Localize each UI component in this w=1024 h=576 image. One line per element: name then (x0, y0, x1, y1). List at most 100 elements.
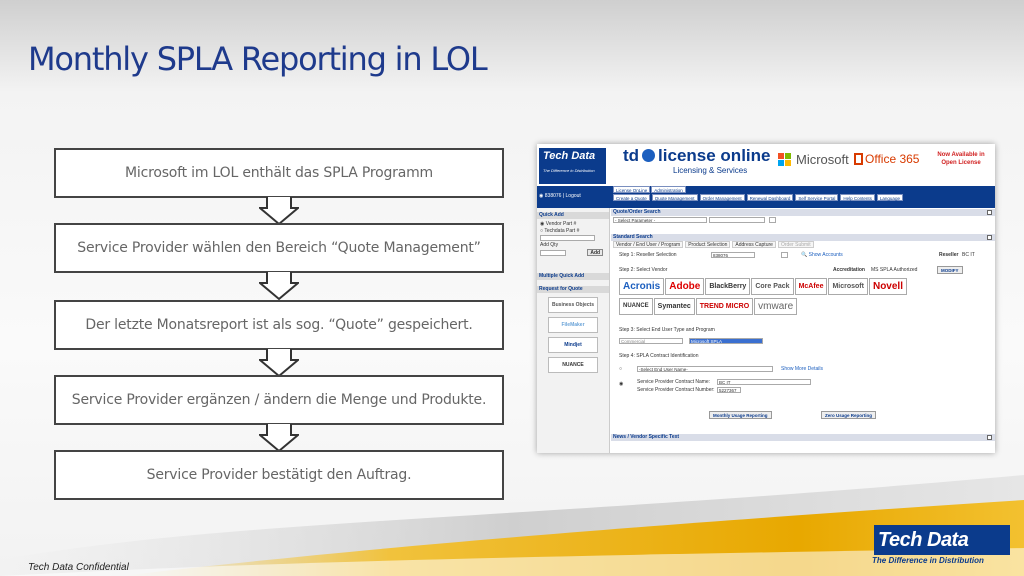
menu-tabs: Create a Quote Quote Management Order Ma… (613, 194, 903, 201)
vendor-logo-business-objects[interactable]: Business Objects (548, 297, 598, 314)
enduser-radio[interactable]: ○ (619, 366, 622, 372)
monthly-usage-reporting-button[interactable]: Monthly Usage Reporting (709, 411, 772, 419)
license-online-screenshot: Tech Data The Difference in Distribution… (537, 144, 995, 453)
flow-step-3: Der letzte Monatsreport ist als sog. “Qu… (54, 300, 504, 350)
office-icon (854, 153, 863, 165)
step-tab-address[interactable]: Address Capture (732, 241, 776, 248)
step1-label: Step 1: Reseller Selection (619, 252, 677, 258)
tech-data-corporate-logo: Tech Data The Difference in Distribution (872, 525, 1012, 570)
down-arrow-icon (259, 197, 299, 226)
microsoft-logo-icon (778, 153, 792, 167)
reseller-lookup-icon[interactable] (781, 252, 788, 258)
tab-help-contents[interactable]: Help Contents (840, 194, 875, 201)
tab-create-quote[interactable]: Create a Quote (613, 194, 650, 201)
vendor-logos-row2: NUANCE Symantec TREND MICRO vmware (619, 298, 798, 315)
add-qty-label: Add Qty (540, 242, 559, 249)
accreditation-label: Accreditation (833, 267, 865, 273)
office365-logo: Office 365 (854, 152, 919, 166)
lol-header: Tech Data The Difference in Distribution… (537, 144, 995, 184)
step-tab-vendor[interactable]: Vendor / End User / Program (613, 241, 684, 248)
step-tab-product[interactable]: Product Selection (685, 241, 731, 248)
quick-add-header: Quick Add (537, 212, 609, 219)
contract-number-label: Service Provider Contract Number: (637, 387, 715, 393)
top-tabs: License OnLine Administration (613, 186, 686, 193)
step2-label: Step 2: Select Vendor (619, 267, 668, 273)
select-enduser-dropdown[interactable]: -Select End User Name- (637, 366, 773, 372)
reseller-value: BC IT (962, 252, 975, 258)
tab-order-management[interactable]: Order Management (699, 194, 745, 201)
user-info: ◉ 838076 | Logout (539, 193, 581, 199)
step-tab-submit[interactable]: Order Submit (777, 241, 814, 248)
wizard-steps: Vendor / End User / Program Product Sele… (611, 241, 995, 248)
modify-button[interactable]: MODIFY (937, 266, 963, 274)
news-vendor-text-bar: News / Vendor Specific Text (611, 434, 995, 441)
logout-link[interactable]: Logout (566, 193, 581, 199)
slide-title: Monthly SPLA Reporting in LOL (28, 40, 488, 78)
vendor-corepack[interactable]: Core Pack (751, 278, 794, 295)
down-arrow-icon (259, 424, 299, 453)
tech-data-tagline: The Difference in Distribution (872, 556, 984, 565)
contract-name-input[interactable]: BC IT (717, 379, 811, 385)
vendor-symantec[interactable]: Symantec (653, 298, 695, 315)
licensing-services-subtitle: Licensing & Services (673, 166, 748, 175)
search-value-input[interactable] (709, 217, 765, 223)
multiple-quick-add[interactable]: Multiple Quick Add (537, 273, 609, 281)
tab-license-online[interactable]: License OnLine (613, 186, 651, 193)
license-online-logo: td license online (623, 146, 771, 165)
flow-step-5: Service Provider bestätigt den Auftrag. (54, 450, 504, 500)
step4-label: Step 4: SPLA Contract Identification (619, 353, 699, 359)
request-for-quote-header: Request for Quote (537, 286, 609, 294)
tab-renewal-dashboard[interactable]: Renewal Dashboard (746, 194, 794, 201)
accreditation-value: MS SPLA Authorized (871, 267, 918, 273)
now-available-banner: Now Available in Open License (937, 152, 985, 166)
select-parameter-dropdown[interactable]: - Select Parameter - (613, 217, 707, 223)
contract-number-input[interactable]: 5227367 (717, 387, 741, 393)
lol-navbar: ◉ 838076 | Logout License OnLine Adminis… (537, 186, 995, 208)
part-number-input[interactable] (540, 235, 595, 241)
lol-sidebar: Quick Add ◉ Vendor Part # ○ Techdata Par… (537, 208, 610, 453)
reseller-input[interactable]: 838076 (711, 252, 755, 258)
vendor-nuance[interactable]: NUANCE (619, 298, 653, 315)
microsoft-wordmark: Microsoft (796, 152, 849, 167)
show-more-details-link[interactable]: Show More Details (781, 366, 823, 372)
contract-name-label: Service Provider Contract Name: (637, 379, 711, 385)
quote-order-search-bar: Quote/Order Search (611, 209, 995, 216)
tab-self-service-portal[interactable]: Self Service Portal (795, 194, 839, 201)
contract-radio[interactable]: ◉ (619, 381, 623, 387)
flow-step-2: Service Provider wählen den Bereich “Quo… (54, 223, 504, 273)
zero-usage-reporting-button[interactable]: Zero Usage Reporting (821, 411, 877, 419)
step3-label: Step 3: Select End User Type and Program (619, 327, 715, 333)
flow-step-1: Microsoft im LOL enthält das SPLA Progra… (54, 148, 504, 198)
down-arrow-icon (259, 349, 299, 378)
search-go-icon[interactable] (769, 217, 776, 223)
add-button[interactable]: Add (587, 249, 604, 257)
vendor-logo-nuance[interactable]: NUANCE (548, 357, 598, 374)
show-accounts-link[interactable]: 🔍 Show Accounts (801, 252, 843, 258)
tab-quote-management[interactable]: Quote Management (651, 194, 698, 201)
globe-icon (642, 149, 656, 162)
vendor-adobe[interactable]: Adobe (665, 278, 705, 295)
standard-search-bar: Standard Search (611, 234, 995, 241)
vendor-logo-filemaker[interactable]: FileMaker (548, 317, 598, 334)
enduser-type-dropdown[interactable]: Commercial (619, 338, 683, 344)
vendor-mcafee[interactable]: McAfee (794, 278, 828, 295)
vendor-trend-micro[interactable]: TREND MICRO (695, 298, 754, 315)
flow-step-4: Service Provider ergänzen / ändern die M… (54, 375, 504, 425)
confidential-footer: Tech Data Confidential (28, 562, 129, 573)
tab-administration[interactable]: Administration (651, 186, 686, 193)
tab-language[interactable]: Language (876, 194, 903, 201)
vendor-acronis[interactable]: Acronis (619, 278, 665, 295)
qty-input[interactable] (540, 250, 566, 256)
vendor-logos-row1: Acronis Adobe BlackBerry Core Pack McAfee Mic… (619, 278, 908, 295)
vendor-microsoft[interactable]: Microsoft (828, 278, 868, 295)
tech-data-logo: Tech Data The Difference in Distribution (539, 148, 606, 184)
vendor-logo-mindjet[interactable]: Mindjet (548, 337, 598, 354)
vendor-part-radio[interactable]: ◉ Vendor Part # (540, 221, 606, 228)
reseller-label: Reseller (939, 252, 959, 258)
vendor-vmware[interactable]: vmware (754, 298, 798, 315)
vendor-blackberry[interactable]: BlackBerry (705, 278, 751, 295)
techdata-part-radio[interactable]: ○ Techdata Part # (540, 228, 606, 235)
lol-main-panel: Quote/Order Search - Select Parameter - … (611, 208, 995, 453)
program-dropdown[interactable]: Microsoft SPLA (689, 338, 763, 344)
vendor-novell[interactable]: Novell (868, 278, 907, 295)
